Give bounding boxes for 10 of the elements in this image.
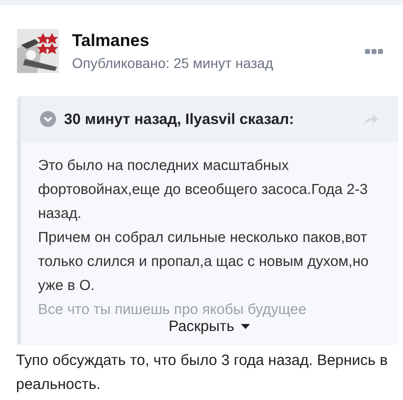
quote-text: Причем он собрал сильные несколько паков,вот только слился и пропал,а щас с новым духом,но уже в О.: [38, 229, 370, 296]
reply-text: Тупо обсуждать то, что было 3 года назад. Вернись в реальность.: [16, 351, 389, 395]
quote-title: 30 минут назад, Ilyasvil сказал:: [64, 110, 296, 128]
author-name[interactable]: Talmanes: [72, 31, 365, 51]
quote-text: Это было на последних масштабных фортовойнах,еще до всеобщего засоса.Года 2-3 назад.: [38, 157, 369, 224]
expand-button[interactable]: Раскрыть: [162, 318, 256, 345]
more-icon[interactable]: [365, 48, 383, 54]
caret-icon: [241, 324, 250, 329]
quote-text: Все что ты пишешь про якобы будущее: [38, 301, 308, 318]
published-time: Опубликовано: 25 минут назад: [72, 55, 274, 71]
